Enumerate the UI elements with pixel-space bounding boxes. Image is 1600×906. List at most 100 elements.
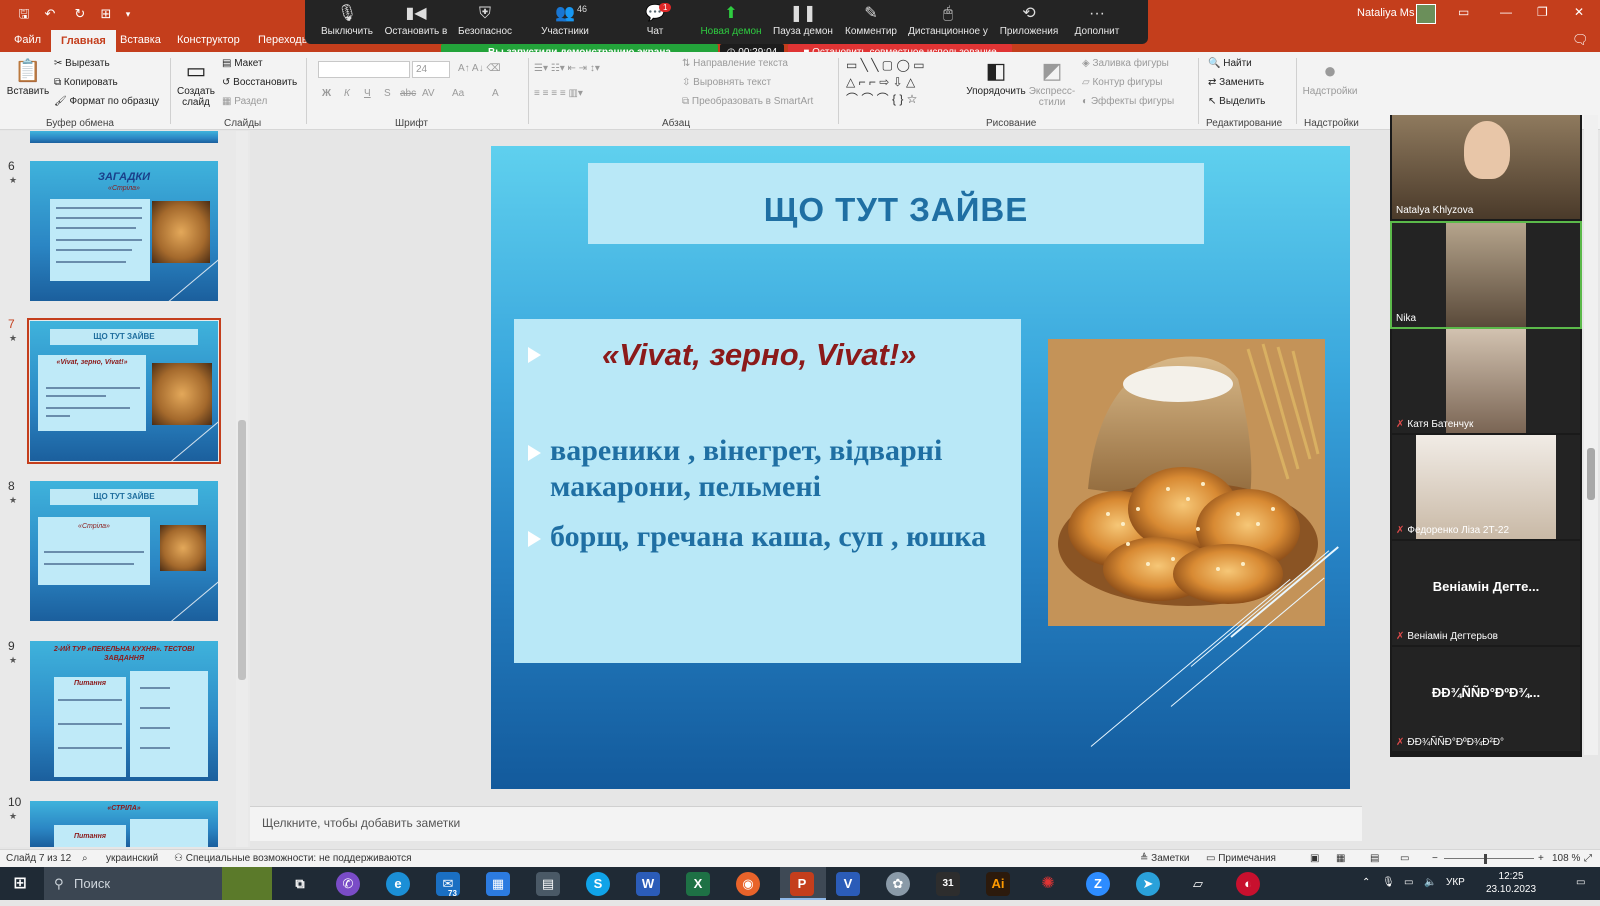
- firefox-icon[interactable]: ◉: [736, 872, 760, 896]
- font-name-input[interactable]: [318, 61, 410, 78]
- shadow-button[interactable]: S: [384, 88, 391, 99]
- customize-toolbar-icon[interactable]: ▾: [120, 6, 136, 22]
- illustrator-icon[interactable]: Ai: [986, 872, 1010, 896]
- underline-button[interactable]: Ч: [364, 88, 371, 99]
- select-button[interactable]: ↖ Выделить: [1208, 96, 1265, 107]
- zoom-slider[interactable]: [1444, 858, 1534, 859]
- text-direction-button[interactable]: ⇅ Направление текста: [682, 58, 788, 69]
- zoom-annotate-button[interactable]: ✎ Комментир: [839, 0, 903, 44]
- red-circle-app-icon[interactable]: ◐: [1236, 872, 1260, 896]
- addins-button[interactable]: ● Надстройки: [1302, 56, 1358, 97]
- participant-tile[interactable]: Nika: [1390, 221, 1582, 329]
- tray-chevron-icon[interactable]: ⌃: [1362, 877, 1370, 888]
- reset-button[interactable]: ↺ Восстановить: [222, 77, 297, 88]
- reading-view-icon[interactable]: ▤: [1370, 853, 1379, 864]
- participant-tile[interactable]: Веніамін Дегте... ✗ Веніамін Дегтерьов: [1392, 541, 1580, 645]
- clock[interactable]: 12:25 23.10.2023: [1486, 870, 1536, 896]
- language-status[interactable]: украинский: [106, 853, 158, 864]
- arrange-button[interactable]: ◧ Упорядочить: [966, 56, 1026, 97]
- telegram-icon[interactable]: ➤: [1136, 872, 1160, 896]
- cut-button[interactable]: ✂ Вырезать: [54, 58, 110, 69]
- zoom-stop-video-button[interactable]: ▮◀ Остановить в: [383, 0, 449, 44]
- restore-icon[interactable]: ❐: [1537, 5, 1548, 19]
- zoom-slider-thumb[interactable]: [1484, 854, 1487, 864]
- skype-icon[interactable]: S: [586, 872, 610, 896]
- comments-toggle[interactable]: ▭ Примечания: [1206, 853, 1276, 864]
- format-painter-button[interactable]: 🖌 Формат по образцу: [54, 96, 159, 107]
- gallery-scrollbar[interactable]: [1584, 115, 1598, 755]
- slide-thumbnail-5[interactable]: [30, 131, 218, 143]
- bullets-icon[interactable]: ☰▾ ☷▾ ⇤ ⇥ ↕▾: [534, 63, 600, 74]
- zoom-mute-button[interactable]: 🎙 Выключить: [317, 0, 377, 44]
- document-app-icon[interactable]: ▱: [1186, 872, 1210, 896]
- align-text-button[interactable]: ⇳ Выровнять текст: [682, 77, 771, 88]
- slide-thumbnail-9[interactable]: 2-ИЙ ТУР «ПЕКЕЛЬНА КУХНЯ». ТЕСТОВІ ЗАВДА…: [30, 641, 218, 781]
- strikethrough-button[interactable]: abc: [400, 88, 416, 99]
- tray-mic-icon[interactable]: 🎙: [1382, 877, 1395, 888]
- viber-icon[interactable]: ✆: [336, 872, 360, 896]
- tab-home[interactable]: Главная: [51, 30, 116, 52]
- section-button[interactable]: ▦ Раздел: [222, 96, 267, 107]
- calendar-31-icon[interactable]: 31: [936, 872, 960, 896]
- powerpoint-icon[interactable]: P: [790, 872, 814, 896]
- slideshow-view-icon[interactable]: ▭: [1400, 853, 1409, 864]
- excel-icon[interactable]: X: [686, 872, 710, 896]
- zoom-pause-share-button[interactable]: ❚❚ Пауза демон: [771, 0, 835, 44]
- zoom-participants-button[interactable]: 👥 Участники 46: [533, 0, 597, 44]
- accessibility-status[interactable]: ⚇ Специальные возможности: не поддержива…: [174, 853, 412, 864]
- calculator-icon[interactable]: ▤: [536, 872, 560, 896]
- participant-tile[interactable]: Natalya Khlyzova: [1392, 115, 1580, 219]
- ribbon-display-icon[interactable]: ▭: [1458, 5, 1469, 19]
- zoom-new-share-button[interactable]: ⬆ Новая демон: [697, 0, 765, 44]
- spacing-button[interactable]: AV: [422, 88, 435, 99]
- keyboard-language[interactable]: УКР: [1446, 877, 1465, 888]
- notes-pane[interactable]: Щелкните, чтобы добавить заметки: [250, 806, 1362, 841]
- fit-slide-icon[interactable]: ⤢: [1584, 853, 1592, 864]
- zoom-security-button[interactable]: ⛨ Безопаснос: [455, 0, 515, 44]
- mail-icon[interactable]: ✉ 73: [436, 872, 460, 898]
- app-icon[interactable]: ✿: [886, 872, 910, 896]
- normal-view-icon[interactable]: ▣: [1310, 853, 1319, 864]
- italic-button[interactable]: К: [344, 88, 350, 99]
- tab-insert[interactable]: Вставка: [114, 32, 167, 48]
- slide-sorter-icon[interactable]: ▦: [1336, 853, 1345, 864]
- start-slideshow-icon[interactable]: ⊞: [98, 6, 114, 22]
- shape-effects-button[interactable]: ◐ Эффекты фигуры: [1082, 96, 1174, 107]
- zoom-apps-button[interactable]: ⟲ Приложения: [997, 0, 1061, 44]
- visio-icon[interactable]: V: [836, 872, 860, 896]
- slide-content-box[interactable]: «Vivat, зерно, Vivat!» вареники , вінегр…: [514, 319, 1021, 663]
- zoom-chat-button[interactable]: 💬 Чат 1: [625, 0, 685, 44]
- zoom-out-icon[interactable]: −: [1432, 853, 1438, 864]
- zoom-app-icon[interactable]: Z: [1086, 872, 1110, 896]
- close-icon[interactable]: ✕: [1574, 5, 1584, 19]
- zoom-more-button[interactable]: ··· Дополнит: [1067, 0, 1127, 44]
- participant-tile[interactable]: ✗ Федоренко Ліза 2Т-22: [1392, 435, 1580, 539]
- slide-thumbnail-10[interactable]: «СТРІЛА» Питання: [30, 801, 218, 847]
- undo-icon[interactable]: ↶: [42, 6, 58, 22]
- find-button[interactable]: 🔍 Найти: [1208, 58, 1252, 69]
- calendar-icon[interactable]: ▦: [486, 872, 510, 896]
- comments-icon[interactable]: 🗨: [1572, 32, 1589, 48]
- slide-title-box[interactable]: ЩО ТУТ ЗАЙВЕ: [588, 163, 1204, 244]
- participant-tile[interactable]: ÐÐ¾ÑÑÐ°ÐºÐ¾... ✗ ÐÐ¾ÑÑÐ°ÐºÐ¾Ð²Ð°: [1392, 647, 1580, 751]
- save-icon[interactable]: 🖫: [16, 6, 32, 22]
- task-view-icon[interactable]: ⧉: [288, 872, 312, 896]
- volume-icon[interactable]: 🔈: [1424, 877, 1436, 888]
- tab-design[interactable]: Конструктор: [171, 32, 246, 48]
- grow-font-icon[interactable]: A↑ A↓ ⌫: [458, 63, 501, 74]
- change-case-button[interactable]: Aa: [452, 88, 464, 99]
- edge-icon[interactable]: e: [386, 872, 410, 896]
- shapes-gallery[interactable]: ▭ ╲ ╲ ▢ ◯ ▭ △ ⌐ ⌐ ⇨ ⇩ △ ⌒ ⌒ ⌒ { } ☆: [846, 57, 956, 111]
- thumbnails-scroll-thumb[interactable]: [238, 420, 246, 680]
- layout-button[interactable]: ▤ Макет: [222, 58, 263, 69]
- align-icons[interactable]: ≡ ≡ ≡ ≡ ▥▾: [534, 88, 583, 99]
- font-color-button[interactable]: A: [492, 88, 499, 99]
- paste-button[interactable]: 📋 Вставить: [6, 56, 50, 97]
- gallery-scroll-thumb[interactable]: [1587, 448, 1595, 500]
- copy-button[interactable]: ⧉ Копировать: [54, 77, 118, 88]
- zoom-level[interactable]: 108 %: [1552, 853, 1580, 864]
- shape-fill-button[interactable]: ◈ Заливка фигуры: [1082, 58, 1169, 69]
- network-icon[interactable]: ▭: [1404, 877, 1413, 888]
- slide-thumbnail-7[interactable]: ЩО ТУТ ЗАЙВЕ «Vivat, зерно, Vivat!»: [27, 318, 221, 464]
- windows-start-icon[interactable]: ⊞: [8, 872, 32, 896]
